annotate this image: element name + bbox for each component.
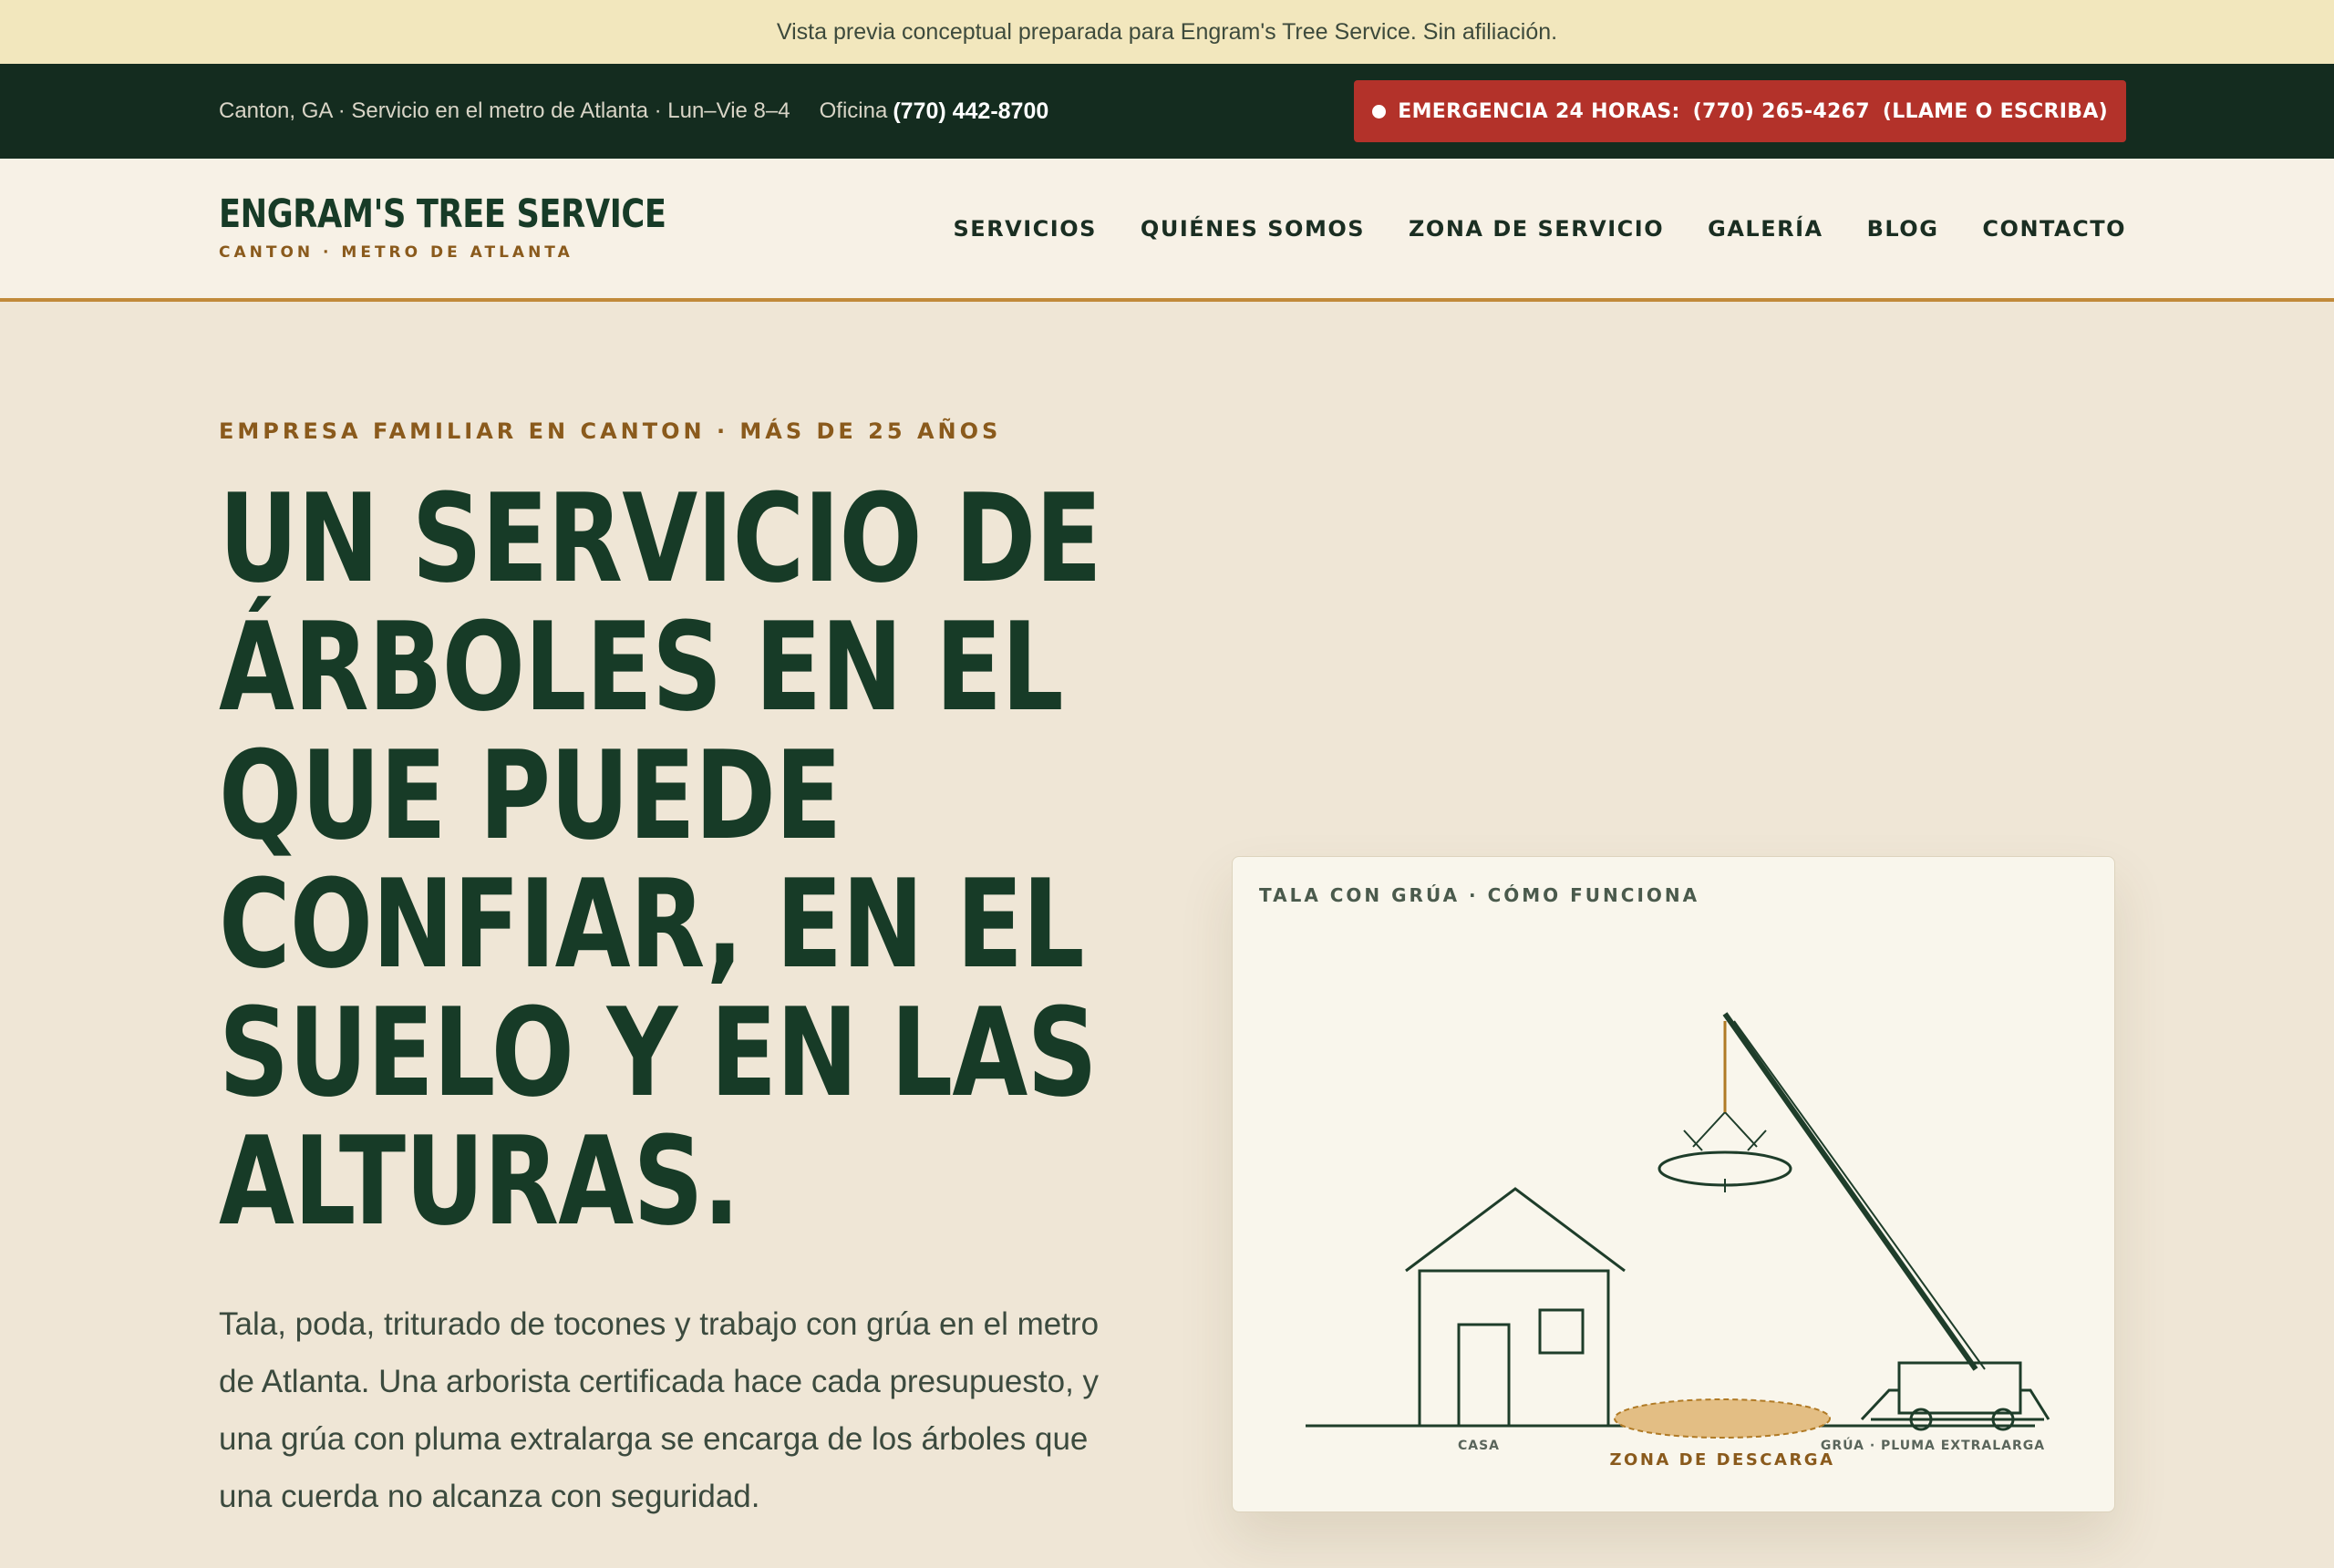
house-illustration [1405,1187,1626,1428]
headline-line: SUELO Y EN LAS [219,982,1098,1124]
hero-eyebrow: EMPRESA FAMILIAR EN CANTON · MÁS DE 25 A… [219,418,1002,444]
brand-tagline: CANTON · METRO DE ATLANTA [219,243,573,262]
drop-zone-label: ZONA DE DESCARGA [1609,1450,1834,1470]
hero-lede: Tala, poda, triturado de tocones y traba… [219,1306,1100,1514]
crane-truck-illustration [1722,1012,2050,1431]
emergency-call-button[interactable]: EMERGENCIA 24 HORAS: (770) 265-4267 (LLA… [1354,80,2126,142]
headline-line: UN SERVICIO DE [219,468,1102,610]
headline-line: ALTURAS. [219,1110,740,1253]
house-label: CASA [1458,1439,1500,1453]
emergency-note: (LLAME O ESCRIBA) [1882,99,2108,123]
crane-label: GRÚA · PLUMA EXTRALARGA [1821,1437,2045,1453]
nav-servicios[interactable]: SERVICIOS [954,216,1097,242]
emergency-dot-icon [1372,104,1387,119]
utility-bar: Canton, GA · Servicio en el metro de Atl… [0,64,2334,159]
headline-line: ÁRBOLES EN EL [219,596,1064,738]
crane-diagram: CASA ZONA DE DESCARGA GRÚA · PLUMA EXTRA… [1306,1012,2050,1470]
emergency-label: EMERGENCIA 24 HORAS: [1398,99,1680,123]
nav-zona-de-servicio[interactable]: ZONA DE SERVICIO [1409,216,1664,242]
crane-diagram-card: TALA CON GRÚA · CÓMO FUNCIONA CASA ZONA … [1232,856,2115,1512]
suspended-log-illustration [1658,1111,1792,1192]
office-phone-link[interactable]: (770) 442-8700 [893,98,1048,125]
preview-notice-bar: Vista previa conceptual preparada para E… [0,0,2334,64]
office-label: Oficina [819,98,888,123]
nav-quienes-somos[interactable]: QUIÉNES SOMOS [1141,216,1365,242]
brand-name: ENGRAM'S TREE SERVICE [219,191,666,237]
contact-info: Canton, GA · Servicio en el metro de Atl… [219,98,1048,125]
hero-headline: UN SERVICIO DE ÁRBOLES EN EL QUE PUEDE C… [219,468,1102,1253]
preview-notice: Vista previa conceptual preparada para E… [776,18,1558,45]
headline-line: CONFIAR, EN EL [219,853,1085,995]
hero-section: EMPRESA FAMILIAR EN CANTON · MÁS DE 25 A… [0,302,2334,1564]
nav-contacto[interactable]: CONTACTO [1982,216,2126,242]
drop-zone-illustration [1614,1398,1831,1439]
location-hours: Canton, GA · Servicio en el metro de Atl… [219,98,790,123]
logo[interactable]: ENGRAM'S TREE SERVICE CANTON · METRO DE … [219,191,764,263]
site-header: ENGRAM'S TREE SERVICE CANTON · METRO DE … [0,159,2334,302]
nav-galeria[interactable]: GALERÍA [1708,216,1823,242]
headline-line: QUE PUEDE [219,725,842,867]
emergency-phone: (770) 265-4267 [1692,99,1870,123]
nav-blog[interactable]: BLOG [1867,216,1939,242]
main-nav: SERVICIOS QUIÉNES SOMOS ZONA DE SERVICIO… [910,216,2126,242]
